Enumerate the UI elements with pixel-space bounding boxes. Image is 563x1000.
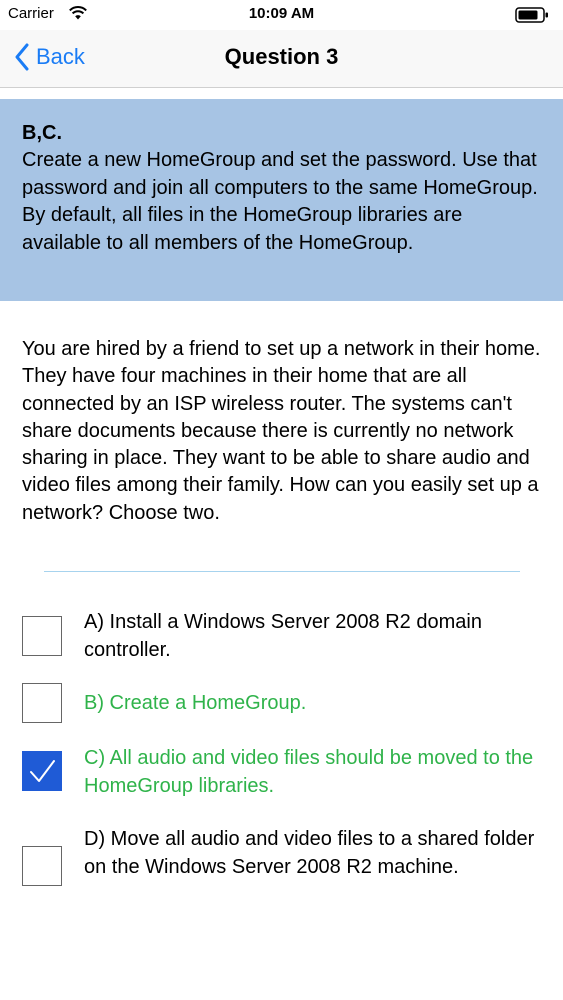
answer-explanation-panel: B,C. Create a new HomeGroup and set the … bbox=[0, 99, 563, 301]
question-text: You are hired by a friend to set up a ne… bbox=[22, 338, 541, 524]
page-title: Question 3 bbox=[224, 44, 339, 69]
navigation-bar: Back Question 3 bbox=[0, 30, 563, 88]
divider bbox=[44, 571, 520, 572]
status-time: 10:09 AM bbox=[248, 5, 315, 22]
option-d-label: D) Move all audio and video files to a s… bbox=[84, 828, 535, 878]
option-b-checkbox[interactable] bbox=[22, 683, 62, 723]
status-bar: Carrier 10:09 AM bbox=[0, 0, 563, 30]
option-b-label: B) Create a HomeGroup. bbox=[84, 692, 307, 714]
answer-key: B,C. bbox=[22, 122, 62, 144]
option-a-checkbox[interactable] bbox=[22, 616, 62, 656]
option-d-checkbox[interactable] bbox=[22, 846, 62, 886]
option-a-label: A) Install a Windows Server 2008 R2 doma… bbox=[84, 611, 482, 661]
option-c-checkbox[interactable] bbox=[22, 751, 62, 791]
checkmark-icon bbox=[30, 760, 55, 782]
answer-explanation: Create a new HomeGroup and set the passw… bbox=[22, 149, 538, 254]
option-c-label: C) All audio and video files should be m… bbox=[84, 747, 534, 797]
battery-icon bbox=[515, 7, 548, 23]
